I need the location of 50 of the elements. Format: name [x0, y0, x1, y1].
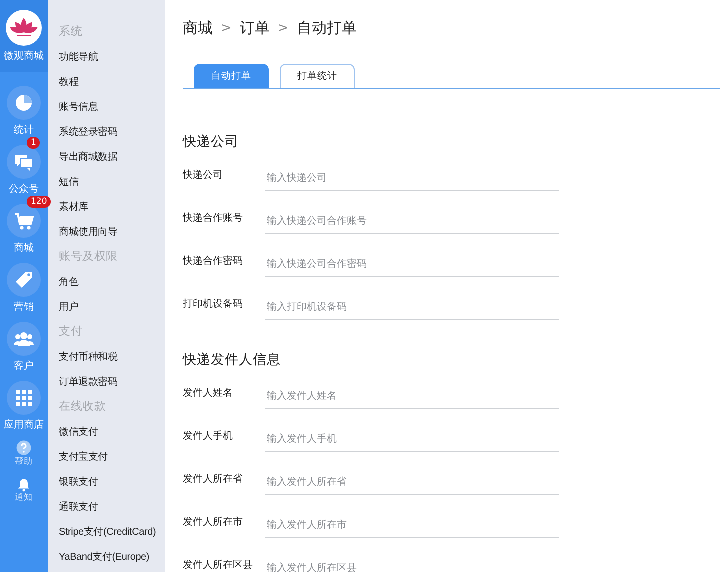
- tab[interactable]: 打单统计: [280, 64, 355, 88]
- field-label: 快递合作账号: [183, 212, 244, 224]
- field-label: 快递公司: [183, 168, 224, 182]
- menu-item[interactable]: 系统登录密码: [48, 120, 165, 145]
- menu-item[interactable]: YaBand支付(Europe): [48, 545, 165, 570]
- people-icon[interactable]: [7, 322, 41, 356]
- brand-name: 微观商城: [4, 50, 44, 62]
- pie-icon[interactable]: [7, 86, 41, 120]
- cart-icon[interactable]: [7, 204, 41, 238]
- menu-section-header: 账号及权限: [58, 250, 120, 265]
- menu-item[interactable]: 用户: [48, 295, 165, 320]
- menu-item[interactable]: 支付币种和税: [48, 345, 165, 370]
- field-label: 打印机设备码: [183, 298, 244, 310]
- menu-item[interactable]: 订单退款密码: [48, 370, 165, 395]
- menu-item[interactable]: 银联支付: [48, 470, 165, 495]
- menu-item[interactable]: 支付宝支付: [48, 445, 165, 470]
- section-title: 快递发件人信息: [183, 351, 282, 370]
- chat-icon[interactable]: [7, 145, 41, 179]
- bell-icon[interactable]: [16, 476, 32, 492]
- breadcrumb-separator: >: [278, 20, 289, 36]
- menu-item[interactable]: 角色: [48, 270, 165, 295]
- menu-item[interactable]: 通联支付: [48, 495, 165, 520]
- menu-item[interactable]: 教程: [48, 70, 165, 95]
- menu-item[interactable]: 账号信息: [48, 95, 165, 120]
- tag-icon[interactable]: [7, 263, 41, 297]
- menu-item[interactable]: 功能导航: [48, 45, 165, 70]
- grid-icon[interactable]: [7, 381, 41, 415]
- field-label: 发件人手机: [183, 430, 234, 442]
- menu-section-header: 支付: [58, 324, 84, 340]
- count-badge: 120: [27, 196, 52, 208]
- field-label: 快递合作密码: [183, 254, 244, 268]
- breadcrumb-item: 自动打单: [296, 18, 357, 38]
- field-label: 发件人所在省: [183, 472, 244, 486]
- field-label: 发件人所在区县: [183, 558, 254, 572]
- breadcrumb-separator: >: [221, 20, 232, 36]
- menu-item[interactable]: 商城使用向导: [48, 220, 165, 245]
- menu-section-header: 在线收款: [58, 400, 108, 415]
- help-icon[interactable]: [16, 440, 32, 456]
- field-label: 发件人所在市: [183, 516, 244, 528]
- breadcrumb-item[interactable]: 订单: [240, 18, 270, 38]
- menu-item[interactable]: Stripe支付(CreditCard): [48, 520, 165, 545]
- section-title: 快递公司: [183, 133, 240, 152]
- menu-item[interactable]: 导出商城数据: [48, 145, 165, 170]
- count-badge: 1: [27, 137, 40, 149]
- menu-section-header: 系统: [58, 24, 84, 40]
- menu-item[interactable]: 微信支付: [48, 420, 165, 445]
- menu-item[interactable]: 短信: [48, 170, 165, 195]
- lotus-logo: [10, 16, 38, 38]
- breadcrumb-item[interactable]: 商城: [183, 18, 213, 38]
- field-label: 发件人姓名: [183, 386, 234, 400]
